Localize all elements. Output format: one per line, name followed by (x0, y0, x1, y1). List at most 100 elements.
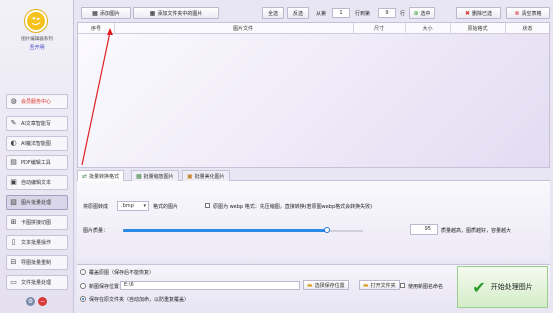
palette-icon: ◐ (10, 139, 17, 147)
overwrite-radio[interactable] (80, 269, 86, 275)
open-folder-label: 打开文件夹 (370, 282, 396, 289)
select-all-button[interactable]: 全选 (262, 7, 284, 19)
tab-resize[interactable]: ▦ 批量缩放图片 (131, 170, 179, 181)
tab-label: 批量美化图片 (194, 173, 225, 180)
quality-value-input[interactable]: 95 (410, 224, 438, 235)
add-image-label: 添加图片 (99, 10, 120, 17)
add-folder-icon: ▦ (149, 9, 156, 17)
open-folder-icon: ▬ (363, 281, 369, 289)
add-folder-button[interactable]: ▦ 添加文件夹中的图片 (133, 7, 219, 19)
sidebar-item-label: 图片批量处理 (21, 200, 52, 206)
tab-label: 批量转换格式 (89, 173, 120, 180)
from-row-input[interactable]: 1 (332, 8, 350, 18)
sidebar-item-member[interactable]: ◍ 会员服务中心 (6, 94, 68, 109)
close-icon[interactable]: − (38, 297, 47, 306)
folder-icon: ▭ (10, 278, 17, 286)
sidebar-item-ai-article[interactable]: ✎ AI文章智能写 (6, 116, 68, 131)
to-label: 行到第 (355, 11, 371, 17)
app-name: 图片编辑器系列 (21, 37, 53, 42)
clear-table-button[interactable]: ⊗ 清空表格 (506, 7, 550, 19)
map-icon: ⊟ (10, 258, 17, 266)
quality-slider-track[interactable] (123, 229, 327, 232)
add-image-icon: ▦ (92, 9, 98, 17)
save-location-radio[interactable] (80, 283, 86, 289)
tab-bar: ⇄ 批量转换格式 ▦ 批量缩放图片 ▣ 批量美化图片 (77, 170, 550, 181)
sidebar-item-label: AI魔法智能图 (21, 141, 51, 147)
convert-label: 将原图转成 (83, 204, 109, 210)
sidebar: 图片编辑器系列 吾开明 ◍ 会员服务中心 ✎ AI文章智能写 ◐ AI魔法智能图… (0, 0, 74, 313)
sidebar-item-label: 自动编辑文本 (21, 180, 52, 186)
webp-checkbox-label: 原图为 webp 格式：先压缩图，直接转换(若原图webp格式会转换失败) (213, 204, 373, 210)
delete-icon: ✖ (464, 9, 470, 17)
quality-hint: 质量越高，图质越好，容量越大 (441, 228, 512, 234)
add-image-button[interactable]: ▦ 添加图片 (81, 7, 131, 19)
quality-label: 图片质量： (83, 228, 109, 234)
convert-panel: 将原图转成 .bmp ▾ 格式的图片 原图为 webp 格式：先压缩图，直接转换… (77, 181, 550, 261)
choose-location-label: 选择保存位置 (314, 282, 345, 289)
sidebar-item-auto-edit[interactable]: ▣ 自动编辑文本 (6, 175, 68, 190)
delete-selected-button[interactable]: ✖ 删除已选 (456, 7, 501, 19)
sidebar-item-label: PDF编辑工具 (21, 160, 51, 166)
sidebar-item-label: 导图批量重制 (21, 260, 52, 266)
folder-icon: ▬ (307, 281, 313, 289)
edit-box-icon: ▣ (10, 178, 17, 186)
app-logo (25, 10, 47, 32)
clear-icon: ⊗ (514, 9, 520, 17)
beautify-icon: ▣ (187, 172, 193, 180)
pen-icon: ✎ (10, 119, 17, 127)
sidebar-item-label: 会员服务中心 (21, 99, 52, 105)
choose-location-button[interactable]: ▬ 选择保存位置 (303, 280, 349, 290)
image-icon: ▧ (10, 198, 17, 206)
from-label: 从第 (316, 11, 327, 17)
start-processing-button[interactable]: ✔ 开始处理图片 (457, 266, 548, 308)
quality-slider-thumb[interactable] (324, 227, 330, 233)
sidebar-item-label: 文本批量操作 (21, 240, 52, 246)
sidebar-item-crop[interactable]: ⊞ 卡图拼接切图 (6, 215, 68, 230)
sidebar-item-label: 卡图拼接切图 (21, 220, 52, 226)
document-icon: ▯ (11, 238, 16, 246)
overwrite-label: 覆盖原图（保存后不能恢复） (89, 270, 155, 276)
grid-icon: ⊞ (10, 218, 17, 226)
save-location-label: 新图保存位置： (89, 284, 125, 290)
delete-selected-label: 删除已选 (472, 10, 493, 17)
sidebar-item-text-batch[interactable]: ▯ 文本批量操作 (6, 235, 68, 250)
pdf-icon: ▤ (10, 158, 17, 166)
tab-beautify[interactable]: ▣ 批量美化图片 (182, 170, 230, 181)
format-select[interactable]: .bmp ▾ (117, 201, 149, 211)
invert-selection-button[interactable]: 反选 (287, 7, 309, 19)
sidebar-item-file-batch[interactable]: ▭ 文件批量处理 (6, 275, 68, 290)
add-folder-label: 添加文件夹中的图片 (157, 10, 203, 17)
tab-convert-format[interactable]: ⇄ 批量转换格式 (77, 170, 125, 181)
resize-icon: ▦ (136, 172, 142, 180)
sidebar-item-image-batch[interactable]: ▧ 图片批量处理 (6, 195, 68, 210)
tab-label: 批量缩放图片 (143, 173, 174, 180)
sidebar-item-map[interactable]: ⊟ 导图批量重制 (6, 255, 68, 270)
check-circle-icon: ⊛ (413, 9, 419, 17)
checkmark-icon: ✔ (472, 277, 486, 297)
settings-icon[interactable]: ⚙ (26, 297, 35, 306)
rename-checkbox[interactable] (400, 283, 405, 288)
webp-checkbox[interactable] (205, 203, 210, 208)
save-original-folder-label: 保存在原文件夹（自动加命，以防重复覆盖） (89, 297, 190, 303)
toolbar: ▦ 添加图片 ▦ 添加文件夹中的图片 全选 反选 从第 1 行到第 9 行 ⊛ … (76, 4, 553, 22)
rename-label: 使用新图名命名 (408, 284, 444, 290)
chevron-down-icon: ▾ (143, 203, 146, 209)
clear-table-label: 清空表格 (521, 10, 542, 17)
to-row-input[interactable]: 9 (378, 8, 396, 18)
convert-icon: ⇄ (82, 172, 88, 180)
image-table[interactable]: 序号 图片文件 尺寸 大小 原始格式 状态 (77, 22, 550, 168)
start-processing-label: 开始处理图片 (490, 283, 533, 291)
sidebar-item-ai-image[interactable]: ◐ AI魔法智能图 (6, 136, 68, 151)
open-folder-button[interactable]: ▬ 打开文件夹 (359, 280, 400, 290)
format-value: .bmp (121, 203, 134, 209)
select-rows-button[interactable]: ⊛ 选中 (409, 7, 435, 19)
sidebar-item-label: AI文章智能写 (21, 121, 51, 127)
select-label: 选中 (420, 10, 431, 17)
save-path-input[interactable]: E:\6 (120, 281, 300, 290)
user-link[interactable]: 吾开明 (0, 44, 74, 51)
user-circle-icon: ◍ (10, 97, 17, 105)
save-original-folder-radio[interactable] (80, 296, 86, 302)
sidebar-item-pdf[interactable]: ▤ PDF编辑工具 (6, 155, 68, 170)
window-controls: ⚙ − (26, 297, 47, 306)
sidebar-item-label: 文件批量处理 (21, 280, 52, 286)
